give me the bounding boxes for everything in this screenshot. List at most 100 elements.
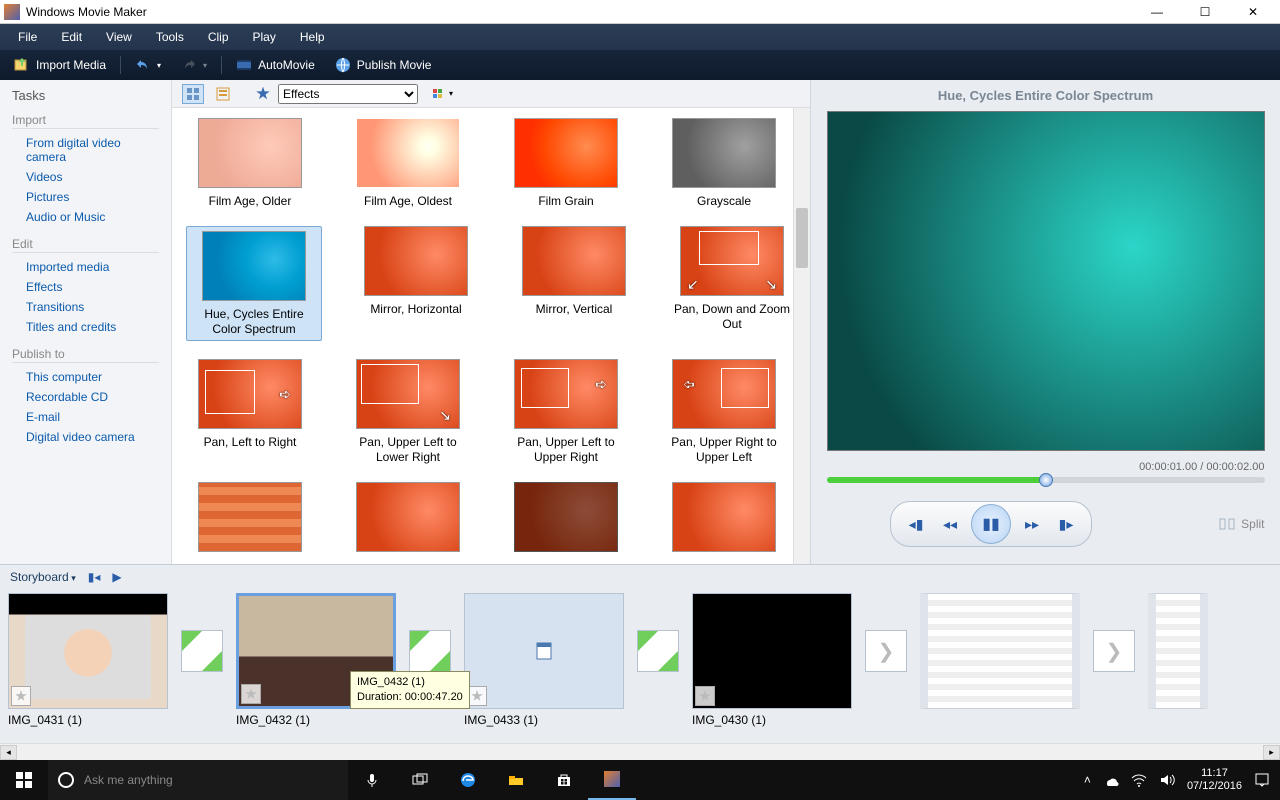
tray-onedrive-icon[interactable] bbox=[1103, 772, 1119, 788]
task-view-button[interactable] bbox=[396, 760, 444, 800]
play-pause-button[interactable]: ▮▮ bbox=[971, 504, 1011, 544]
redo-button[interactable]: ▾ bbox=[175, 55, 213, 75]
taskbar-mic[interactable] bbox=[348, 760, 396, 800]
import-media-button[interactable]: Import Media bbox=[8, 55, 112, 75]
rewind-button[interactable]: ◂◂ bbox=[933, 510, 967, 538]
next-frame-button[interactable]: ▮▸ bbox=[1049, 510, 1083, 538]
split-button[interactable]: Split bbox=[1219, 517, 1264, 531]
tray-volume-icon[interactable] bbox=[1159, 772, 1175, 788]
storyboard-clip-3[interactable]: IMG_0433 (1) bbox=[464, 593, 624, 727]
menu-help[interactable]: Help bbox=[290, 27, 335, 47]
task-effects[interactable]: Effects bbox=[12, 277, 159, 297]
clip-effect-slot[interactable] bbox=[467, 686, 487, 706]
storyboard-empty-slot-1[interactable] bbox=[920, 593, 1080, 709]
tray-wifi-icon[interactable] bbox=[1131, 772, 1147, 788]
effect-next-4[interactable] bbox=[660, 482, 788, 558]
task-publish-cd[interactable]: Recordable CD bbox=[12, 387, 159, 407]
task-publish-email[interactable]: E-mail bbox=[12, 407, 159, 427]
task-publish-computer[interactable]: This computer bbox=[12, 367, 159, 387]
menu-tools[interactable]: Tools bbox=[146, 27, 194, 47]
effect-pan-ur-ul[interactable]: ➪Pan, Upper Right to Upper Left bbox=[660, 359, 788, 464]
view-thumbnails-button[interactable] bbox=[182, 84, 204, 104]
effect-pan-ul-ur[interactable]: ➪Pan, Upper Left to Upper Right bbox=[502, 359, 630, 464]
menu-play[interactable]: Play bbox=[243, 27, 286, 47]
clip-effect-slot[interactable] bbox=[11, 686, 31, 706]
undo-button[interactable]: ▾ bbox=[129, 55, 167, 75]
storyboard-clip-2[interactable]: IMG_0432 (1) bbox=[236, 593, 396, 727]
effect-film-age-older[interactable]: Film Age, Older bbox=[186, 118, 314, 208]
video-file-icon bbox=[534, 641, 554, 661]
menu-edit[interactable]: Edit bbox=[51, 27, 92, 47]
task-import-audio[interactable]: Audio or Music bbox=[12, 207, 159, 227]
tasks-group-publish: Publish to bbox=[12, 347, 159, 363]
storyboard-empty-slot-2[interactable] bbox=[1148, 593, 1208, 709]
preview-seekbar[interactable] bbox=[827, 477, 1265, 483]
collection-dropdown[interactable]: Effects bbox=[278, 84, 418, 104]
taskbar-explorer[interactable] bbox=[492, 760, 540, 800]
menu-file[interactable]: File bbox=[8, 27, 47, 47]
tray-notifications-icon[interactable] bbox=[1254, 772, 1270, 788]
automovie-button[interactable]: AutoMovie bbox=[230, 55, 321, 75]
effect-film-age-oldest[interactable]: Film Age, Oldest bbox=[344, 118, 472, 208]
taskbar-moviemaker[interactable] bbox=[588, 760, 636, 800]
effect-next-3[interactable] bbox=[502, 482, 630, 558]
start-button[interactable] bbox=[0, 760, 48, 800]
taskbar-store[interactable] bbox=[540, 760, 588, 800]
effect-grayscale[interactable]: Grayscale bbox=[660, 118, 788, 208]
effect-pan-down-zoom-out[interactable]: ↙↘Pan, Down and Zoom Out bbox=[668, 226, 796, 341]
storyboard-dropdown[interactable]: Storyboard bbox=[10, 570, 76, 584]
forward-button[interactable]: ▸▸ bbox=[1015, 510, 1049, 538]
task-imported-media[interactable]: Imported media bbox=[12, 257, 159, 277]
tray-chevron-icon[interactable]: ˄ bbox=[1084, 773, 1091, 787]
effect-next-2[interactable] bbox=[344, 482, 472, 558]
storyboard-play[interactable]: ▶ bbox=[112, 570, 121, 584]
taskbar-edge[interactable] bbox=[444, 760, 492, 800]
menu-view[interactable]: View bbox=[96, 27, 142, 47]
import-icon bbox=[14, 57, 30, 73]
storyboard-clip-4[interactable]: IMG_0430 (1) bbox=[692, 593, 852, 727]
close-button[interactable]: ✕ bbox=[1238, 5, 1268, 19]
task-publish-dv[interactable]: Digital video camera bbox=[12, 427, 159, 447]
task-titles-credits[interactable]: Titles and credits bbox=[12, 317, 159, 337]
task-transitions[interactable]: Transitions bbox=[12, 297, 159, 317]
automovie-icon bbox=[236, 57, 252, 73]
publish-icon bbox=[335, 57, 351, 73]
storyboard-transition-3[interactable] bbox=[632, 593, 684, 709]
task-import-videos[interactable]: Videos bbox=[12, 167, 159, 187]
publish-movie-button[interactable]: Publish Movie bbox=[329, 55, 438, 75]
task-import-camera[interactable]: From digital video camera bbox=[12, 133, 159, 167]
preview-time: 00:00:01.00 / 00:00:02.00 bbox=[1139, 461, 1264, 473]
storyboard-clip-1[interactable]: IMG_0431 (1) bbox=[8, 593, 168, 727]
effect-pan-left-right[interactable]: ➪Pan, Left to Right bbox=[186, 359, 314, 464]
storyboard-transition-5[interactable]: ❯ bbox=[1088, 593, 1140, 709]
effects-scrollbar[interactable] bbox=[793, 108, 810, 564]
storyboard-rewind[interactable]: ▮◂ bbox=[88, 570, 101, 584]
clip-effect-slot[interactable] bbox=[695, 686, 715, 706]
task-import-pictures[interactable]: Pictures bbox=[12, 187, 159, 207]
tasks-group-import: Import bbox=[12, 113, 159, 129]
menubar: File Edit View Tools Clip Play Help bbox=[0, 24, 1280, 50]
clip-effect-slot[interactable] bbox=[241, 684, 261, 704]
effect-mirror-horizontal[interactable]: Mirror, Horizontal bbox=[352, 226, 480, 341]
effect-film-grain[interactable]: Film Grain bbox=[502, 118, 630, 208]
cortana-search[interactable]: Ask me anything bbox=[48, 760, 348, 800]
minimize-button[interactable]: — bbox=[1142, 5, 1172, 19]
preview-pane: Hue, Cycles Entire Color Spectrum 00:00:… bbox=[810, 80, 1280, 564]
window-titlebar: Windows Movie Maker — ☐ ✕ bbox=[0, 0, 1280, 24]
storyboard-transition-1[interactable] bbox=[176, 593, 228, 709]
maximize-button[interactable]: ☐ bbox=[1190, 5, 1220, 19]
tasks-group-edit: Edit bbox=[12, 237, 159, 253]
effect-hue-cycle[interactable]: Hue, Cycles Entire Color Spectrum bbox=[186, 226, 322, 341]
collection-toolbar: Effects ▾ bbox=[172, 80, 810, 108]
menu-clip[interactable]: Clip bbox=[198, 27, 239, 47]
effect-next-1[interactable] bbox=[186, 482, 314, 558]
tray-clock[interactable]: 11:17 07/12/2016 bbox=[1187, 767, 1242, 792]
storyboard-transition-2[interactable] bbox=[404, 593, 456, 709]
effect-pan-ul-lr[interactable]: ↘Pan, Upper Left to Lower Right bbox=[344, 359, 472, 464]
view-details-button[interactable] bbox=[212, 84, 234, 104]
prev-frame-button[interactable]: ◂▮ bbox=[899, 510, 933, 538]
storyboard-hscrollbar[interactable]: ◂ ▸ bbox=[0, 743, 1280, 760]
view-options-button[interactable]: ▾ bbox=[432, 84, 454, 104]
storyboard-transition-4[interactable]: ❯ bbox=[860, 593, 912, 709]
effect-mirror-vertical[interactable]: Mirror, Vertical bbox=[510, 226, 638, 341]
